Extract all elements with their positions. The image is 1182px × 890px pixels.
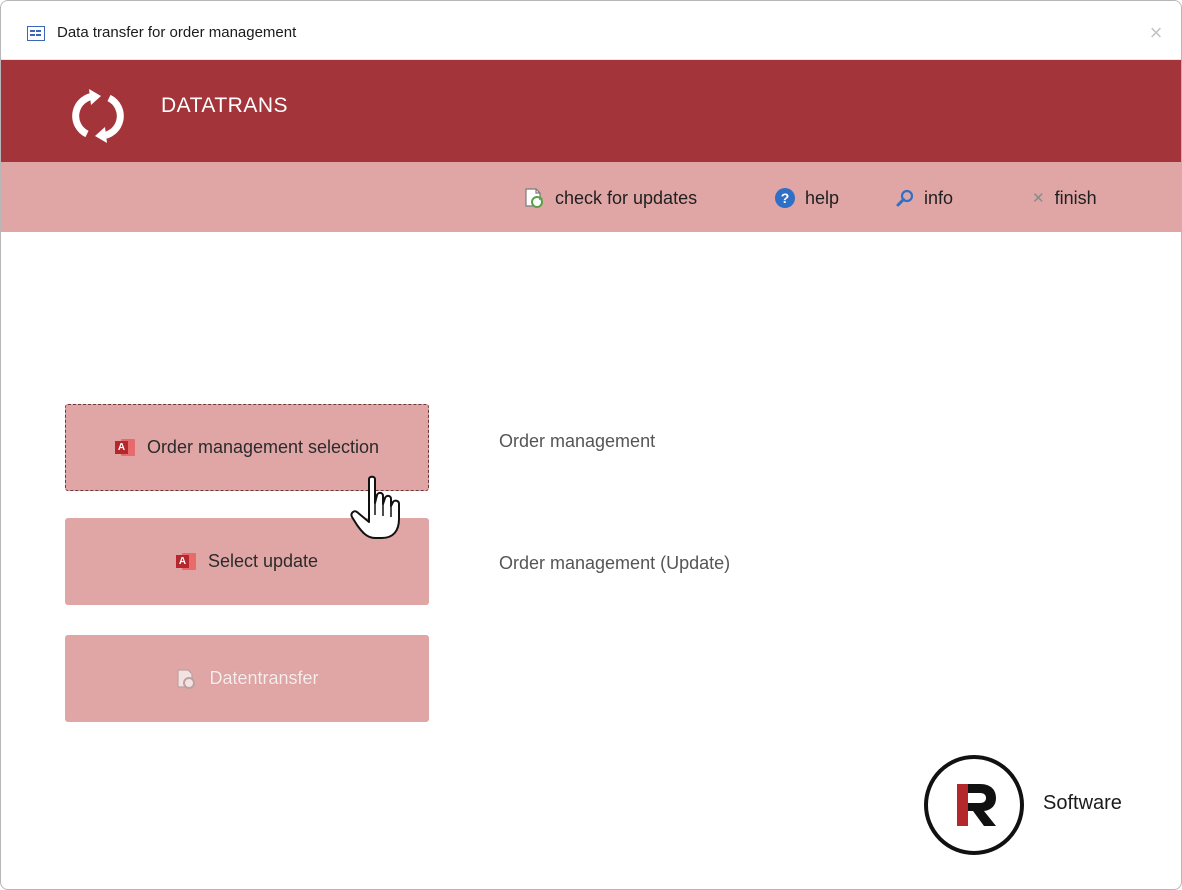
close-window-button[interactable]: ×	[1143, 20, 1169, 46]
help-icon: ?	[775, 188, 795, 208]
refresh-icon	[72, 89, 124, 143]
order-management-description: Order management	[499, 431, 656, 451]
window-title: Data transfer for order management	[57, 24, 297, 41]
finish-label: finish	[1054, 187, 1097, 208]
app-name: DATATRANS	[161, 94, 289, 117]
update-icon	[177, 668, 196, 689]
r-software-logo	[924, 755, 1024, 855]
form-icon	[27, 26, 45, 41]
info-label: info	[924, 187, 954, 208]
finish-button[interactable]: ✕ finish	[1032, 185, 1097, 211]
select-update-label: Select update	[207, 551, 319, 571]
access-icon: A	[114, 439, 135, 456]
title-bar: Data transfer for order management ×	[1, 1, 1181, 60]
datentransfer-label: Datentransfer	[209, 668, 319, 688]
order-management-selection-label: Order management selection	[146, 437, 380, 457]
help-button[interactable]: ? help	[775, 185, 839, 211]
search-icon	[896, 189, 914, 207]
app-window: Data transfer for order management × DAT…	[0, 0, 1182, 890]
check-for-updates-button[interactable]: check for updates	[523, 185, 697, 211]
order-management-update-description: Order management (Update)	[499, 553, 731, 573]
help-label: help	[805, 187, 840, 208]
info-button[interactable]: info	[896, 185, 953, 211]
close-icon: ✕	[1032, 190, 1045, 207]
hand-cursor-icon	[350, 475, 400, 539]
update-icon	[525, 188, 543, 208]
brand-name: Software	[1043, 792, 1122, 814]
datentransfer-button[interactable]: Datentransfer	[65, 635, 429, 722]
access-icon: A	[175, 553, 196, 570]
check-for-updates-label: check for updates	[555, 187, 698, 208]
